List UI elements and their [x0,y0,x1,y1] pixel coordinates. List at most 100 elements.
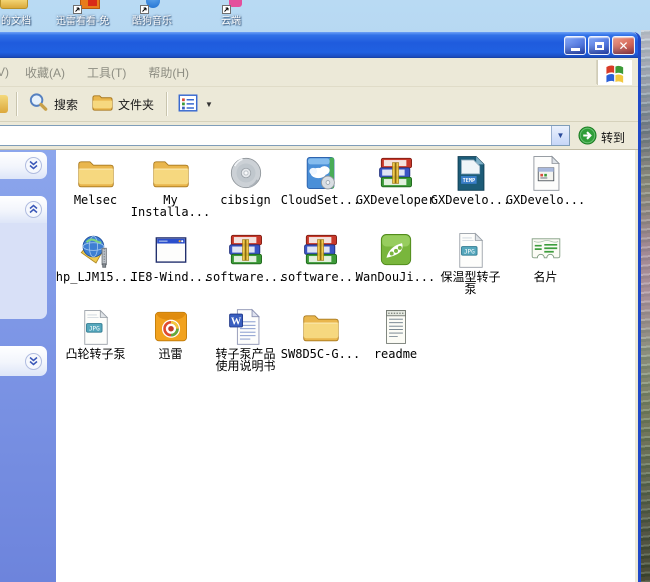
file-item[interactable]: software... [208,229,283,306]
address-field[interactable]: ▼ [0,125,570,146]
address-input[interactable] [2,127,546,146]
svg-text:JPG: JPG [463,248,474,255]
svg-text:TEMP: TEMP [462,178,474,184]
window-titlebar[interactable]: ✕ [0,32,638,58]
tempdoc-icon: TEMP [449,153,493,193]
file-label: GXDeveloper [356,194,435,206]
go-button[interactable]: 转到 [578,126,625,148]
search-label: 搜索 [54,96,78,113]
task-panel-header-1[interactable] [0,152,47,179]
my-documents-icon[interactable] [0,0,28,9]
cloudset-icon [299,153,343,193]
menu-item-tools[interactable]: 工具(T) [87,64,126,81]
toolbar-separator [166,92,168,116]
chevron-expand-icon[interactable] [25,157,42,179]
rar-icon [299,230,343,270]
file-item[interactable]: W转子泵产品使用说明书 [208,306,283,383]
folder-icon [299,307,343,347]
folders-label: 文件夹 [118,96,154,113]
folder-content: MelsecMyInstalla...cibsignCloudSet...GXD… [0,150,635,582]
menu-item-help[interactable]: 帮助(H) [148,64,189,81]
folder-icon [149,153,193,193]
toolbar: 搜索 文件夹 ▼ [0,87,638,122]
search-icon [27,91,50,117]
file-item[interactable]: cibsign [208,152,283,229]
file-item[interactable]: 名片 [508,229,583,306]
file-item[interactable]: JPG凸轮转子泵 [58,306,133,383]
views-icon [177,92,199,117]
minimize-button[interactable] [564,36,586,55]
shortcut-arrow-icon [140,1,149,10]
file-label: CloudSet... [281,194,360,206]
toolbar-separator [16,92,18,116]
file-label: hp_LJM15... [56,271,135,283]
file-item[interactable]: GXDeveloper [358,152,433,229]
file-item[interactable]: readme [358,306,433,383]
chevron-collapse-icon[interactable] [25,201,42,223]
file-label: software... [281,271,360,283]
views-button[interactable]: ▼ [172,89,221,120]
file-label: MyInstalla... [131,194,210,218]
jpgpage-icon: JPG [449,230,493,270]
kugou-label[interactable]: 酷狗音乐 [132,12,172,27]
address-dropdown-button[interactable]: ▼ [551,126,569,145]
maximize-button[interactable] [588,36,610,55]
worddoc-icon: W [224,307,268,347]
apppage-icon [524,153,568,193]
search-button[interactable]: 搜索 [22,88,86,120]
file-label: WanDouJi... [356,271,435,283]
svg-text:W: W [230,316,241,327]
desktop-wallpaper [641,30,650,582]
hd-chip [88,0,97,6]
file-item[interactable]: IE8-Wind... [133,229,208,306]
file-label: SW8D5C-G... [281,348,360,360]
file-item[interactable]: JPG 保温型转子泵 [433,229,508,306]
task-panel-body [0,223,47,319]
menu-item-clipped[interactable]: V) [0,65,9,79]
close-button[interactable]: ✕ [612,36,635,55]
file-item[interactable]: CloudSet... [283,152,358,229]
file-item[interactable]: SW8D5C-G... [283,306,358,383]
file-item[interactable]: MyInstalla... [133,152,208,229]
cloud-drive-label[interactable]: 云端 [221,12,241,27]
go-arrow-icon [578,126,597,148]
file-item[interactable]: 迅雷 [133,306,208,383]
jpgpage-icon: JPG [74,307,118,347]
folders-button[interactable]: 文件夹 [86,88,162,120]
file-label: software... [206,271,285,283]
screen: 的文档 迅雷看看-免 酷狗音乐 云端 ✕ V) 收藏(A) 工具(T) 帮助(H… [0,0,650,582]
file-item[interactable]: WanDouJi... [358,229,433,306]
file-item[interactable]: software... [283,229,358,306]
file-label: 保温型转子泵 [440,271,500,295]
file-label: 凸轮转子泵 [65,348,125,360]
windows-logo-icon [597,60,632,85]
task-panel-header-3[interactable] [0,346,47,376]
shortcut-arrow-icon [73,1,82,10]
chevron-expand-icon[interactable] [25,353,42,375]
file-item[interactable]: GXDevelo... [508,152,583,229]
cd-icon [224,153,268,193]
clipped-toolbar-icon [0,95,8,113]
file-item[interactable]: TEMPGXDevelo... [433,152,508,229]
file-item[interactable]: Melsec [58,152,133,229]
file-item[interactable]: hp_LJM15... [58,229,133,306]
task-pane [0,150,56,582]
go-label: 转到 [601,129,625,146]
file-label: 名片 [533,271,557,283]
file-label: IE8-Wind... [131,271,210,283]
card-icon [524,230,568,270]
rar-icon [224,230,268,270]
folder-icon [74,153,118,193]
address-bar: ▼ 转到 [0,122,638,150]
file-label: GXDevelo... [506,194,585,206]
wandoujia-icon [374,230,418,270]
zipglobe-icon [74,230,118,270]
chevron-down-icon: ▼ [557,131,565,140]
task-panel-header-2[interactable] [0,196,47,223]
menu-item-favorites[interactable]: 收藏(A) [25,64,65,81]
my-documents-label[interactable]: 的文档 [1,12,31,27]
appwindow-icon [149,230,193,270]
menu-bar: V) 收藏(A) 工具(T) 帮助(H) [0,58,638,87]
xunlei-kankan-label[interactable]: 迅雷看看-免 [56,12,109,27]
maximize-icon [595,42,604,50]
